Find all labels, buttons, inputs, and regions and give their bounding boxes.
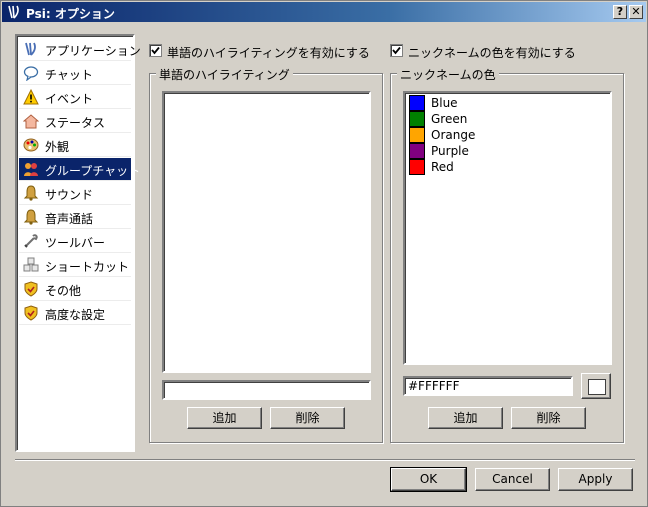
sidebar-item-voice-call[interactable]: 音声通話: [19, 206, 131, 229]
footer-separator: [15, 459, 635, 461]
enable-highlighting-checkbox[interactable]: 単語のハイライティングを有効にする: [149, 43, 370, 60]
color-swatch: [409, 95, 425, 111]
shield-icon: [24, 281, 38, 297]
psi-logo-icon: [8, 5, 19, 19]
sidebar-item-application[interactable]: アプリケーション: [19, 38, 141, 61]
color-name: Purple: [431, 144, 469, 158]
color-swatch: [409, 127, 425, 143]
remove-word-button[interactable]: 削除: [270, 407, 345, 429]
shield-icon: [24, 305, 38, 321]
palette-icon: [23, 138, 39, 152]
color-name: Green: [431, 112, 468, 126]
enable-nick-colors-checkbox[interactable]: ニックネームの色を有効にする: [390, 43, 610, 60]
sidebar-list[interactable]: アプリケーション チャット イベント ステータス 外観 グループチャット サウン…: [15, 34, 141, 452]
sidebar-item-label: 音声通話: [45, 212, 94, 226]
sidebar-item-appearance[interactable]: 外観: [19, 134, 131, 157]
options-window: Psi: オプション ? ✕ アプリケーション チャット イベント ステータス …: [0, 0, 648, 507]
close-button[interactable]: ✕: [629, 5, 643, 19]
group-title: ニックネームの色: [397, 66, 499, 83]
highlight-word-input[interactable]: [162, 380, 371, 400]
help-button[interactable]: ?: [613, 5, 627, 19]
sidebar-item-label: イベント: [45, 92, 94, 106]
pick-color-button[interactable]: [581, 373, 611, 399]
toolbar-icon: [24, 234, 38, 248]
color-swatch: [409, 159, 425, 175]
checkmark-icon: [151, 46, 160, 55]
color-swatch: [409, 111, 425, 127]
group-title: 単語のハイライティング: [156, 66, 293, 83]
title-bar[interactable]: Psi: オプション ? ✕: [2, 2, 646, 22]
color-name: Blue: [431, 96, 458, 110]
sidebar-item-label: グループチャット: [45, 164, 141, 178]
color-name: Red: [431, 160, 454, 174]
status-icon: [23, 114, 39, 129]
cancel-button[interactable]: Cancel: [475, 468, 550, 491]
sidebar-item-label: ステータス: [45, 116, 106, 130]
list-item[interactable]: Red: [407, 159, 607, 175]
shortcut-icon: [23, 257, 39, 272]
checkbox-label: ニックネームの色を有効にする: [408, 46, 576, 60]
chat-bubble-icon: [23, 66, 39, 81]
color-preview-swatch: [588, 379, 606, 395]
checkbox-box[interactable]: [149, 44, 162, 57]
list-item[interactable]: Blue: [407, 95, 607, 111]
warning-icon: [23, 89, 39, 105]
sidebar-item-sound[interactable]: サウンド: [19, 182, 131, 205]
nick-color-list[interactable]: Blue Green Orange Purple Red: [403, 91, 612, 365]
add-word-button[interactable]: 追加: [187, 407, 262, 429]
sidebar-item-chat[interactable]: チャット: [19, 62, 131, 85]
nick-color-input[interactable]: #FFFFFF: [403, 376, 573, 396]
list-item[interactable]: Green: [407, 111, 607, 127]
checkmark-icon: [392, 46, 401, 55]
ok-button[interactable]: OK: [390, 467, 467, 492]
sidebar-item-label: ツールバー: [45, 236, 106, 250]
checkbox-label: 単語のハイライティングを有効にする: [167, 46, 370, 60]
sidebar-item-events[interactable]: イベント: [19, 86, 131, 109]
highlight-word-list[interactable]: [162, 91, 371, 373]
bell-icon: [23, 209, 39, 225]
sidebar-item-label: サウンド: [45, 188, 94, 202]
sidebar-item-label: 外観: [45, 140, 70, 154]
sidebar-item-toolbar[interactable]: ツールバー: [19, 230, 131, 253]
list-item[interactable]: Purple: [407, 143, 607, 159]
sidebar-item-label: チャット: [45, 68, 93, 82]
bell-icon: [23, 185, 39, 201]
color-name: Orange: [431, 128, 476, 142]
remove-color-button[interactable]: 削除: [511, 407, 586, 429]
window-title: Psi: オプション: [26, 7, 115, 21]
list-item[interactable]: Orange: [407, 127, 607, 143]
sidebar-item-label: アプリケーション: [45, 44, 141, 58]
psi-logo-icon: [25, 42, 36, 56]
sidebar-item-shortcuts[interactable]: ショートカット: [19, 254, 131, 277]
sidebar-item-groupchat[interactable]: グループチャット: [19, 158, 140, 181]
add-color-button[interactable]: 追加: [428, 407, 503, 429]
sidebar-item-label: その他: [45, 284, 82, 298]
group-chat-icon: [24, 163, 38, 176]
sidebar-item-misc[interactable]: その他: [19, 278, 131, 301]
sidebar-item-label: 高度な設定: [45, 308, 106, 322]
sidebar-item-status[interactable]: ステータス: [19, 110, 131, 133]
checkbox-box[interactable]: [390, 44, 403, 57]
apply-button[interactable]: Apply: [558, 468, 633, 491]
color-swatch: [409, 143, 425, 159]
sidebar-item-advanced[interactable]: 高度な設定: [19, 302, 131, 325]
sidebar-item-label: ショートカット: [45, 260, 130, 274]
